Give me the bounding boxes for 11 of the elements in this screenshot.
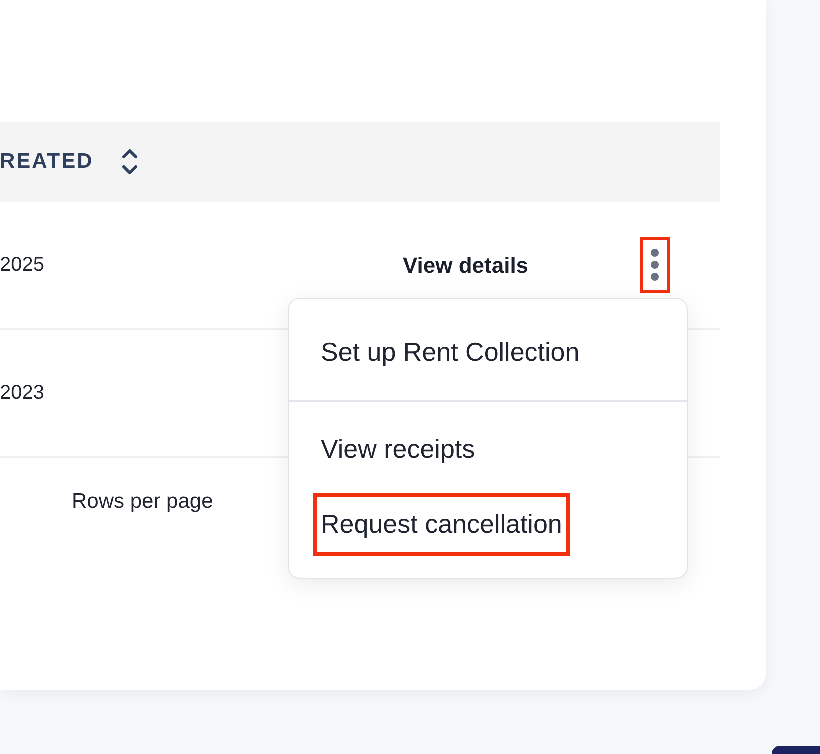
menu-item[interactable]: Request cancellation [313,493,570,556]
table-cell-text: 2023 [0,381,44,406]
more-options-button[interactable] [640,237,670,293]
sort-icon[interactable] [122,147,138,177]
table-cell-text: 2025 [0,253,44,278]
rows-per-page-label: Rows per page [72,489,214,516]
menu-item[interactable]: View receipts [313,418,484,481]
column-header[interactable]: REATED [0,146,94,178]
view-details-link[interactable]: View details [403,248,529,282]
floating-button[interactable] [772,746,820,754]
menu-item[interactable]: Set up Rent Collection [313,321,588,384]
